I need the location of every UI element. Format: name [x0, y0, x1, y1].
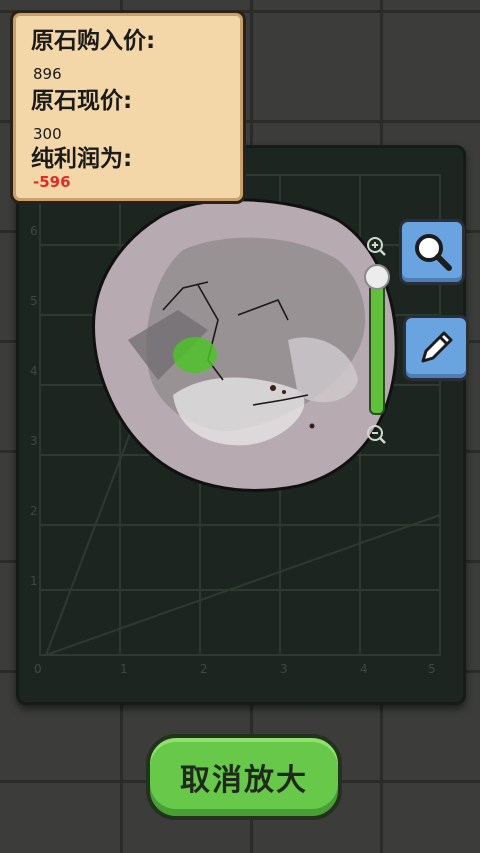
purchase-price-label: 原石购入价:: [31, 28, 156, 54]
pencil-icon: [421, 331, 453, 363]
zoom-slider-thumb[interactable]: [364, 264, 390, 290]
x-tick-label: 2: [200, 662, 208, 676]
magnifier-icon: [415, 234, 452, 271]
zoom-out-icon[interactable]: [365, 423, 387, 445]
x-tick-label: 0: [34, 662, 42, 676]
price-info-card: 原石购入价: 896 原石现价: 300 纯利润为: -596: [10, 10, 246, 204]
net-profit-value: -596: [33, 173, 71, 191]
y-tick-label: 4: [30, 364, 38, 378]
y-tick-label: 5: [30, 294, 38, 308]
zoom-slider-track[interactable]: [369, 275, 385, 415]
cancel-zoom-button[interactable]: 取消放大: [146, 734, 342, 820]
jade-window: [173, 337, 217, 373]
y-tick-label: 3: [30, 434, 38, 448]
pencil-button[interactable]: [403, 315, 469, 381]
net-profit-label: 纯利润为:: [31, 146, 133, 172]
zoom-in-icon[interactable]: [365, 235, 387, 257]
x-tick-label: 4: [360, 662, 368, 676]
x-tick-label: 1: [120, 662, 128, 676]
x-tick-label: 3: [280, 662, 288, 676]
raw-stone[interactable]: [88, 190, 408, 495]
y-tick-label: 2: [30, 504, 38, 518]
current-price-label: 原石现价:: [31, 88, 133, 114]
y-tick-label: 1: [30, 574, 38, 588]
magnifier-button[interactable]: [399, 219, 465, 285]
x-tick-label: 5: [428, 662, 436, 676]
y-tick-label: 6: [30, 224, 38, 238]
cancel-zoom-label: 取消放大: [180, 763, 308, 798]
